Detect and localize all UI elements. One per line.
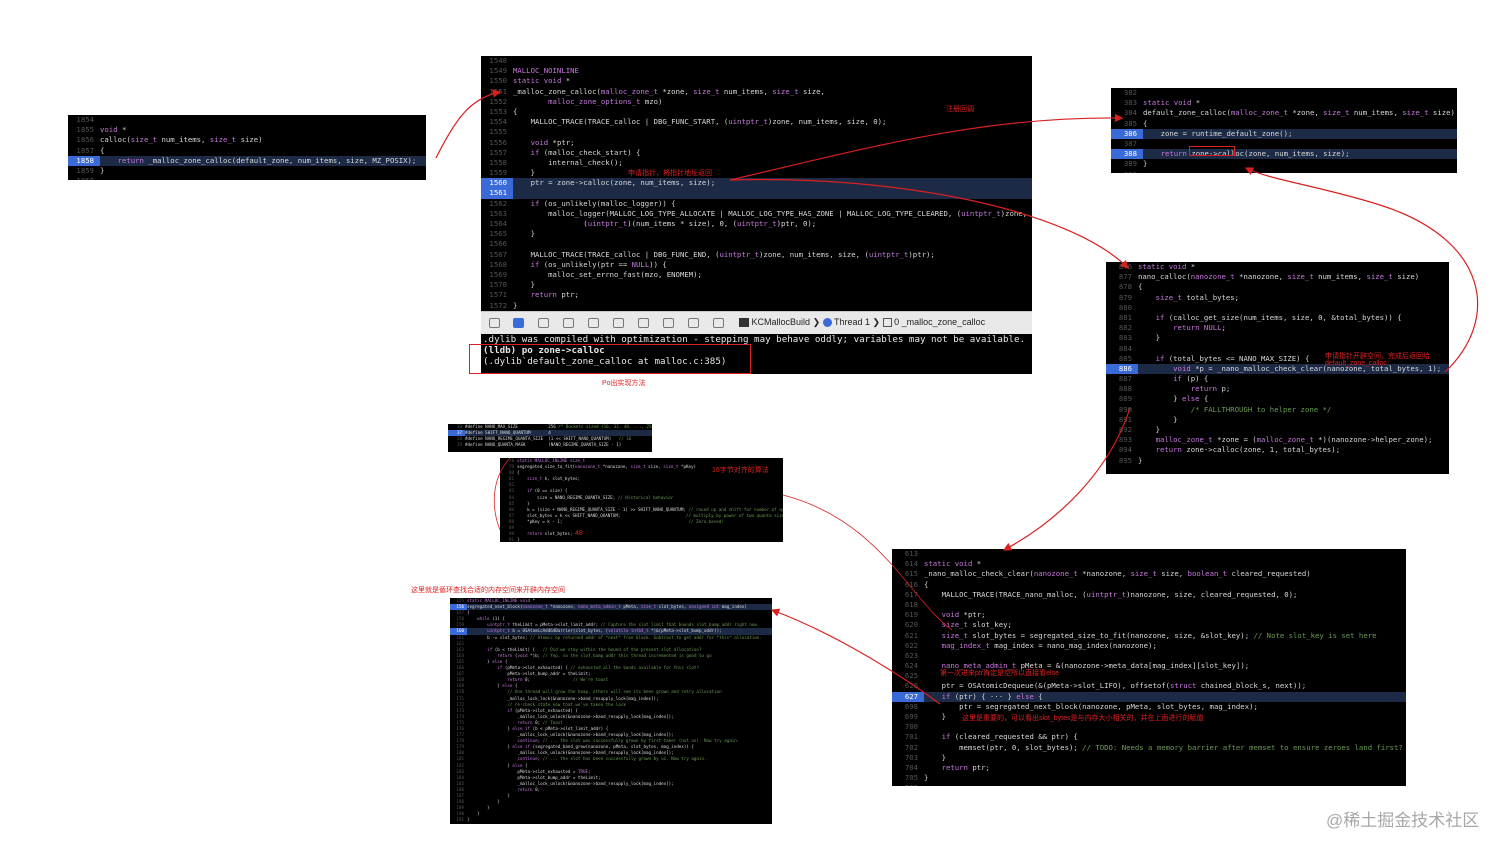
arrow-defines-link <box>493 457 511 531</box>
arrow-to-nano-calloc <box>729 178 1129 269</box>
arrow-nano-calloc-loop <box>1244 167 1479 373</box>
arrow-calloc-to-malloc-zone <box>435 89 502 159</box>
arrow-to-next-block <box>770 608 941 705</box>
connector-arrows <box>435 89 1479 705</box>
arrow-segregated-size-link <box>782 494 953 631</box>
arrow-to-default-zone <box>729 113 1124 181</box>
arrow-to-check-clear <box>1002 407 1131 551</box>
